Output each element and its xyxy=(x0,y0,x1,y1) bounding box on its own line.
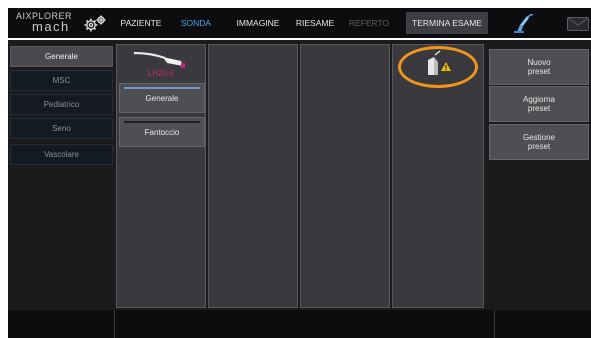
top-navigation-bar: AIXPLORER mach PAZIENTE SONDA IMMAGINE R… xyxy=(8,8,591,38)
preset-label: Generale xyxy=(145,94,179,103)
category-msc[interactable]: MSC xyxy=(10,70,113,91)
probe-name: LH20-6 xyxy=(147,69,175,78)
settings-gears-icon xyxy=(84,15,106,32)
probe-column-empty-2 xyxy=(300,44,390,308)
logo-bottom-text: mach xyxy=(32,19,70,34)
preset-generale[interactable]: Generale xyxy=(119,83,205,113)
end-exam-button[interactable]: TERMINA ESAME xyxy=(406,12,488,34)
probe-connect-icon[interactable] xyxy=(511,12,535,34)
aixplorer-logo: AIXPLORER mach xyxy=(16,11,116,37)
category-vascolare[interactable]: Vascolare xyxy=(10,144,113,165)
manage-preset-label: Gestione preset xyxy=(522,133,556,151)
new-preset-label: Nuovo preset xyxy=(527,58,551,76)
ultrasound-screen: AIXPLORER mach PAZIENTE SONDA IMMAGINE R… xyxy=(0,0,591,338)
tab-paziente[interactable]: PAZIENTE xyxy=(116,8,166,38)
tab-referto: REFERTO xyxy=(348,18,390,28)
highlight-circle xyxy=(398,46,478,88)
preset-selected-bar xyxy=(124,87,200,89)
bottom-divider xyxy=(114,310,115,338)
bottom-bar xyxy=(8,310,591,338)
category-generale[interactable]: Generale xyxy=(10,46,113,67)
new-preset-button[interactable]: Nuovo preset xyxy=(489,49,589,85)
manage-preset-button[interactable]: Gestione preset xyxy=(489,124,589,160)
tab-immagine[interactable]: IMMAGINE xyxy=(234,8,282,38)
tab-sonda[interactable]: SONDA xyxy=(176,8,216,38)
update-preset-label: Aggiorna preset xyxy=(522,95,556,113)
bottom-divider xyxy=(494,310,495,338)
preset-fantoccio[interactable]: Fantoccio xyxy=(119,117,205,147)
mail-icon[interactable] xyxy=(567,17,589,31)
probe-preset-panel: Generale MSC Pediatrico Seno Vascolare L… xyxy=(8,40,591,310)
linear-probe-icon xyxy=(133,51,185,68)
category-seno[interactable]: Seno xyxy=(10,118,113,139)
probe-column-empty-1 xyxy=(208,44,298,308)
probe-column-lh20-6: LH20-6 Generale Fantoccio xyxy=(116,44,206,308)
tab-riesame[interactable]: RIESAME xyxy=(294,8,336,38)
preset-label: Fantoccio xyxy=(144,128,180,137)
category-pediatrico[interactable]: Pediatrico xyxy=(10,94,113,115)
update-preset-button[interactable]: Aggiorna preset xyxy=(489,86,589,122)
preset-bar xyxy=(124,121,200,123)
